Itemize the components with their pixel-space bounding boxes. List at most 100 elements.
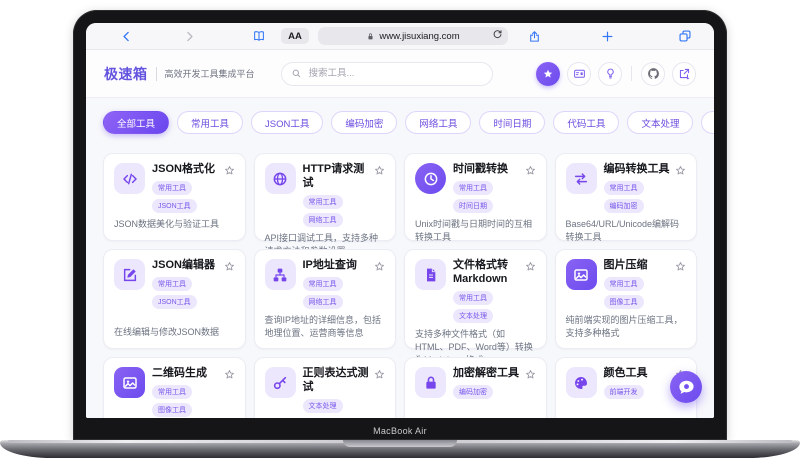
tool-tag[interactable]: 文本处理 [453, 308, 493, 323]
tool-description: 纯前端实现的图片压缩工具，支持多种格式 [565, 314, 683, 338]
favorite-star-icon[interactable] [524, 368, 537, 381]
tool-tag[interactable]: JSON工具 [152, 294, 197, 309]
tool-tag[interactable]: 常用工具 [453, 290, 493, 305]
tool-tag[interactable]: 编码加密 [453, 384, 493, 399]
favorite-star-icon[interactable] [373, 260, 386, 273]
tool-title: IP地址查询 [302, 259, 357, 271]
search-box[interactable] [280, 61, 493, 86]
tool-card[interactable]: 时间戳转换 常用工具 时间日期 Unix时间戳与日期时间的互相转换工具 [404, 153, 547, 242]
favorite-star-icon[interactable] [524, 260, 537, 273]
tool-card[interactable]: 正则表达式测试 文本处理 [253, 357, 396, 418]
id-card-icon[interactable] [567, 61, 591, 86]
lock-icon [415, 367, 446, 398]
text-size-button[interactable]: AA [281, 28, 309, 44]
tool-description: Unix时间戳与日期时间的互相转换工具 [415, 218, 533, 242]
favorite-star-icon[interactable] [524, 164, 537, 177]
new-tab-plus-icon[interactable] [601, 30, 614, 43]
browser-toolbar: AA www.jisuxiang.com [86, 23, 714, 50]
back-icon[interactable] [120, 30, 133, 43]
search-input[interactable] [306, 67, 483, 80]
tool-tags: 常用工具 编码加密 [603, 180, 675, 213]
tool-card[interactable]: 文件格式转Markdown 常用工具 文本处理 支持多种文件格式（如HTML、PD… [404, 249, 547, 365]
globe-icon [264, 163, 296, 194]
tool-card[interactable]: HTTP请求测试 常用工具网络工具 API接口调试工具，支持多种请求方法和参数设… [253, 153, 396, 256]
favorite-star-icon[interactable] [223, 260, 236, 273]
category-tab[interactable]: 网络工具 [405, 111, 472, 134]
chat-fab-button[interactable] [670, 371, 702, 403]
category-tab[interactable]: 代码工具 [553, 111, 620, 134]
tool-tag[interactable]: 前端开发 [603, 384, 644, 399]
tab-overview-icon[interactable] [678, 29, 692, 43]
tool-tag[interactable]: 图像工具 [603, 294, 644, 309]
palette-icon [565, 367, 597, 398]
favorite-star-icon[interactable] [373, 164, 386, 177]
tool-tags: 常用工具 图像工具 [152, 384, 223, 417]
favorite-star-icon[interactable] [223, 368, 236, 381]
tool-tag[interactable]: 常用工具 [603, 180, 644, 195]
tool-tags: 前端开发 [603, 384, 675, 399]
address-bar[interactable]: www.jisuxiang.com [318, 27, 508, 45]
tool-card[interactable]: IP地址查询 常用工具网络工具 查询IP地址的详细信息，包括地理位置、运营商等信… [253, 249, 396, 349]
lock-icon [366, 32, 375, 41]
tool-tag[interactable]: 常用工具 [152, 180, 192, 195]
reading-list-book-icon[interactable] [252, 29, 266, 43]
tool-tags: 常用工具 文本处理 [453, 290, 524, 323]
tool-tag[interactable]: 编码加密 [603, 198, 644, 213]
tool-tag[interactable]: 常用工具 [453, 180, 493, 195]
tool-title: 图片压缩 [603, 259, 648, 271]
tool-card[interactable]: 编码转换工具 常用工具 编码加密 Base64/URL/Unicode编解码转换工… [554, 153, 697, 242]
laptop-base [0, 440, 800, 458]
share-icon[interactable] [528, 30, 541, 43]
favorite-star-icon[interactable] [223, 164, 236, 177]
favorite-star-icon[interactable] [674, 164, 687, 177]
tool-tag[interactable]: 文本处理 [302, 398, 343, 413]
github-icon[interactable] [641, 61, 665, 86]
tool-tag[interactable]: 时间日期 [453, 198, 493, 213]
forward-icon[interactable] [183, 30, 196, 43]
tool-tag[interactable]: 常用工具 [152, 276, 192, 291]
tool-tag[interactable]: JSON工具 [152, 198, 197, 213]
tool-title: 正则表达式测试 [302, 367, 369, 393]
favorite-star-icon[interactable] [373, 368, 386, 381]
tool-card[interactable]: 加密解密工具 编码加密 [404, 357, 547, 418]
category-tab[interactable]: 编码加密 [331, 111, 398, 134]
category-tab[interactable]: 图像工具 [701, 111, 714, 134]
external-link-icon[interactable] [672, 61, 696, 86]
tool-tag[interactable]: 常用工具 [302, 276, 343, 291]
tool-description: 查询IP地址的详细信息，包括地理位置、运营商等信息 [264, 314, 382, 338]
tool-tag[interactable]: 常用工具 [152, 384, 192, 399]
tool-card[interactable]: 二维码生成 常用工具图像工具 [103, 357, 246, 418]
site-logo[interactable]: 极速箱 [104, 64, 148, 84]
tool-title: 加密解密工具 [453, 367, 519, 379]
lightbulb-icon[interactable] [598, 61, 622, 86]
tool-card[interactable]: JSON格式化 常用工具 JSON工具 JSON数据美化与验证工具 [103, 153, 246, 241]
category-tab[interactable]: 常用工具 [177, 111, 244, 134]
tool-description: JSON数据美化与验证工具 [114, 218, 220, 229]
tool-tags: 常用工具 网络工具 [302, 276, 374, 309]
category-tab[interactable]: JSON工具 [251, 111, 324, 134]
chat-bubble-icon [677, 378, 696, 397]
favorite-star-icon[interactable] [674, 260, 687, 273]
search-icon [291, 68, 302, 79]
favorite-star-icon[interactable] [536, 61, 560, 86]
refresh-icon[interactable] [492, 29, 503, 43]
tool-tag[interactable]: 网络工具 [302, 294, 343, 309]
tool-tag[interactable]: 常用工具 [302, 194, 343, 209]
tool-tag[interactable]: 图像工具 [152, 402, 192, 417]
tool-card[interactable]: 图片压缩 常用工具图像工具 纯前端实现的图片压缩工具，支持多种格式 [554, 249, 697, 349]
laptop-lid: AA www.jisuxiang.com 极速箱 高效开发工具集成平台 搜索工具… [73, 10, 727, 440]
tool-card[interactable]: JSON编辑器 常用工具 JSON工具 在线编辑与修改JSON数据 [103, 249, 246, 349]
tool-tag[interactable]: 常用工具 [603, 276, 644, 291]
tool-tag[interactable]: 网络工具 [302, 212, 343, 227]
tool-tags: 文本处理 [302, 398, 374, 413]
tool-description: 在线编辑与修改JSON数据 [114, 326, 220, 337]
tool-title: 二维码生成 [152, 367, 207, 379]
actions-divider [631, 66, 632, 81]
category-tabs: 全部工具常用工具JSON工具编码加密网络工具时间日期代码工具文本处理图像工具前端… [86, 98, 714, 134]
category-tab[interactable]: 全部工具 [103, 111, 170, 134]
swap-icon [565, 163, 597, 194]
site-header: 极速箱 高效开发工具集成平台 [86, 50, 714, 98]
category-tab[interactable]: 时间日期 [479, 111, 546, 134]
header-actions [536, 61, 696, 86]
category-tab[interactable]: 文本处理 [627, 111, 694, 134]
